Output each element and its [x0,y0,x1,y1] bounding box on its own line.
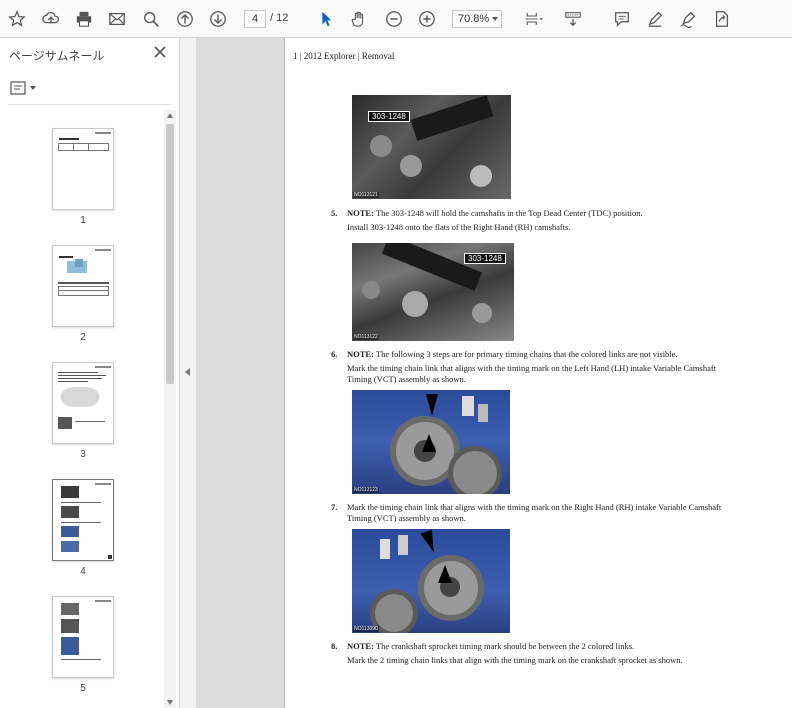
cloud-upload-icon[interactable] [40,8,62,30]
engine-photo-1: 303-1248 NO113121 [352,95,511,199]
chevron-down-icon [492,17,498,21]
engine-photo-2: 303-1248 NO113122 [352,243,514,341]
sidebar-collapse-strip [180,38,196,708]
vct-photo-lh: NO113123 [352,390,510,494]
zoom-level-select[interactable]: 70.8% [452,10,502,28]
keyboard-scroll-icon[interactable] [562,8,584,30]
vct-photo-rh: NO113090 [352,529,510,633]
search-zoom-icon[interactable] [140,8,162,30]
share-document-icon[interactable] [711,8,733,30]
step-text: NOTE: The following 3 steps are for prim… [347,349,678,359]
thumbnail-label: 2 [80,332,86,343]
photo-caption: NO113123 [353,487,379,493]
photo-caption: NO113121 [353,192,379,198]
thumbnail-label: 3 [80,449,86,460]
page-total-label: / 12 [270,12,289,24]
step-number: 7. [331,502,338,512]
scroll-up-icon[interactable] [167,113,173,118]
thumbnail-options-button[interactable] [10,80,40,96]
close-icon[interactable] [152,44,168,60]
thumbnail-list: 1 2 3 4 5 [0,110,164,708]
tool-tag: 303-1248 [464,253,506,264]
scroll-down-icon[interactable] [167,700,173,705]
page-number-input[interactable]: 4 [244,10,266,28]
comment-icon[interactable] [611,8,633,30]
photo-caption: NO113090 [353,626,379,632]
page-fit-icon[interactable] [520,8,548,30]
hand-tool-icon[interactable] [348,8,370,30]
next-page-icon[interactable] [207,8,229,30]
step-number: 6. [331,349,338,359]
thumbnail-page-2[interactable] [52,245,114,327]
sidebar-scrollbar[interactable] [164,110,176,708]
step-subtext: Mark the 2 timing chain links that align… [347,655,683,665]
thumbnail-label: 5 [80,683,86,694]
toolbar: 4 / 12 70.8% [0,0,792,38]
step-text: NOTE: The crankshaft sprocket timing mar… [347,641,635,651]
tool-tag: 303-1248 [368,111,410,122]
thumbnail-sidebar: ページサムネール 1 2 3 4 5 [0,38,180,708]
thumbnail-page-3[interactable] [52,362,114,444]
chevron-down-icon [30,86,36,90]
zoom-in-icon[interactable] [416,8,438,30]
highlight-pen-icon[interactable] [644,8,666,30]
thumbnail-page-1[interactable] [52,128,114,210]
thumbnail-label: 1 [80,215,86,226]
star-bookmark-icon[interactable] [6,8,28,30]
select-cursor-icon[interactable] [315,8,337,30]
thumbnail-label: 4 [80,566,86,577]
step-number: 5. [331,208,338,218]
zoom-out-icon[interactable] [383,8,405,30]
scrollbar-thumb[interactable] [166,124,174,384]
step-text: NOTE: The 303-1248 will hold the camshaf… [347,208,643,218]
thumbnail-page-5[interactable] [52,596,114,678]
step-number: 8. [331,641,338,651]
zoom-level-value: 70.8% [458,13,490,25]
list-options-icon [10,81,26,95]
page-header: 1 | 2012 Explorer | Removal [293,51,395,61]
photo-caption: NO113122 [353,334,379,340]
print-icon[interactable] [73,8,95,30]
step-subtext: Install 303-1248 onto the flats of the R… [347,222,571,232]
pdf-page: 1 | 2012 Explorer | Removal 303-1248 NO1… [284,38,792,708]
previous-page-icon[interactable] [174,8,196,30]
email-icon[interactable] [106,8,128,30]
step-subtext: Mark the timing chain link that aligns w… [347,363,717,384]
thumbnail-page-4[interactable] [52,479,114,561]
document-viewer[interactable]: 1 | 2012 Explorer | Removal 303-1248 NO1… [196,38,792,708]
sidebar-divider [8,104,170,105]
step-text: Mark the timing chain link that aligns w… [347,502,722,523]
collapse-sidebar-icon[interactable] [185,368,190,376]
sign-pen-icon[interactable] [677,8,699,30]
sidebar-title: ページサムネール [9,49,105,63]
